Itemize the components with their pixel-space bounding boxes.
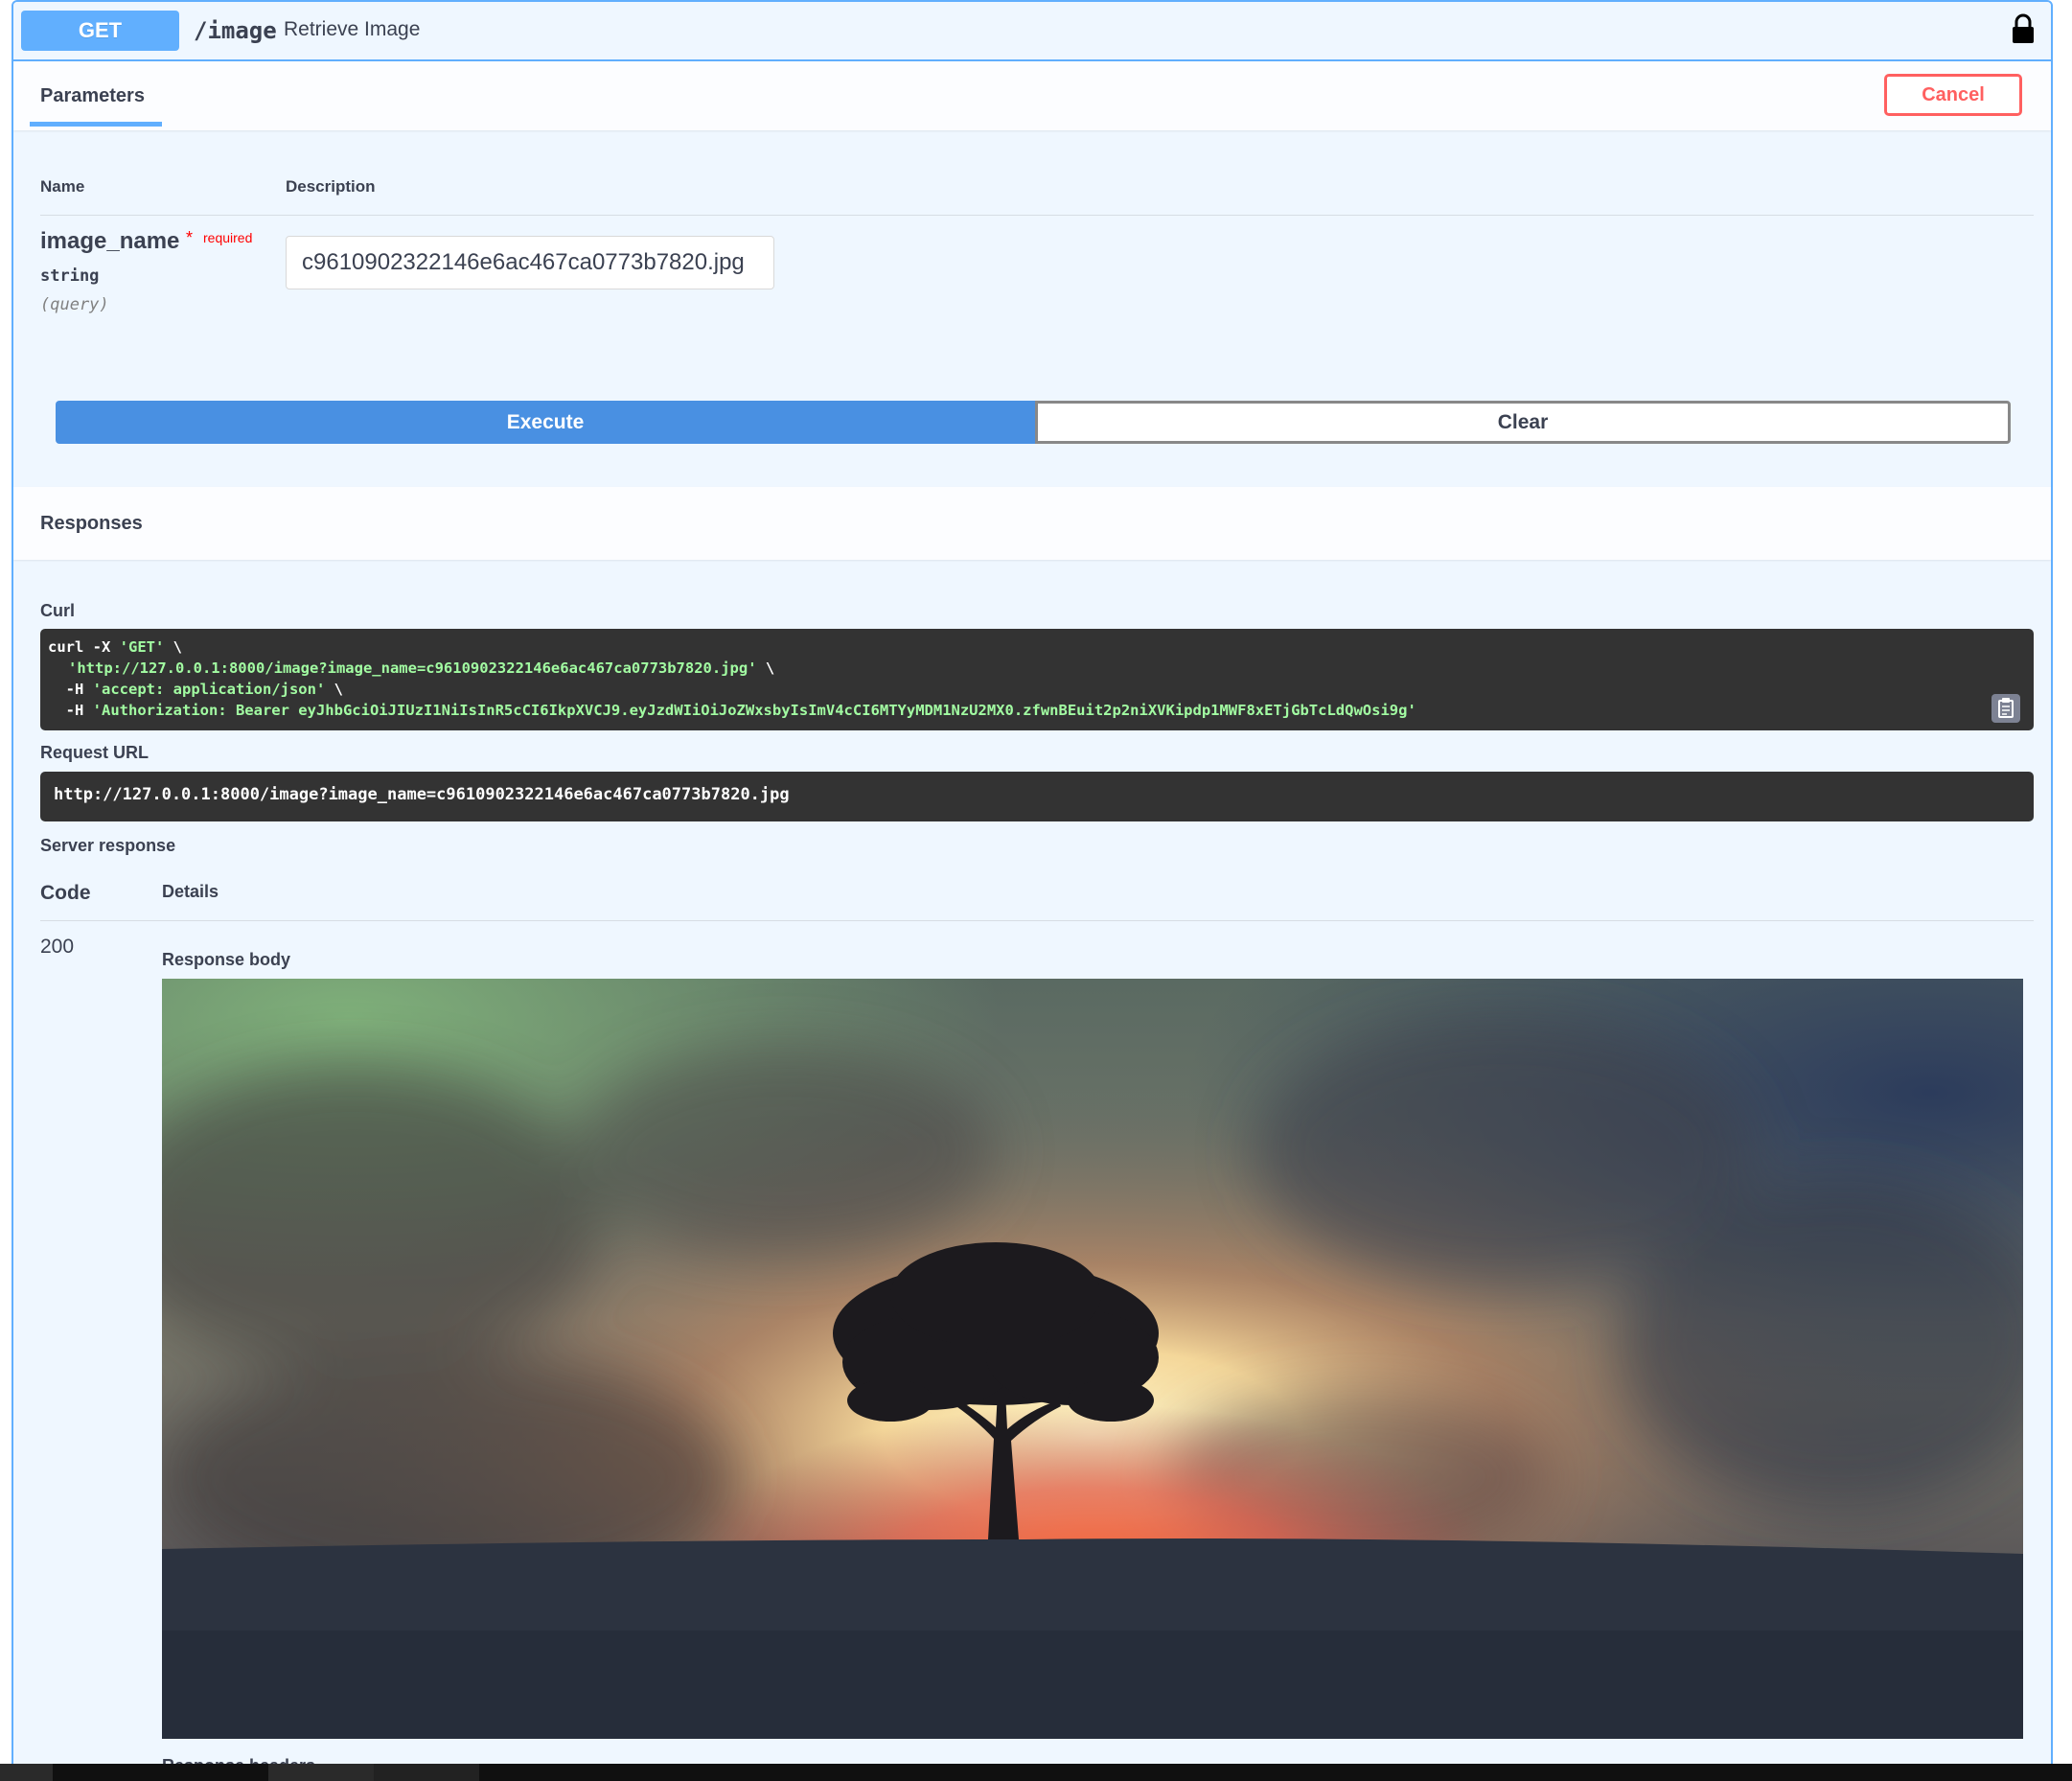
curl-url: 'http://127.0.0.1:8000/image?image_name=… [68,659,757,677]
curl-accept-header: 'accept: application/json' [92,681,326,698]
curl-code-block[interactable]: curl -X 'GET' \ 'http://127.0.0.1:8000/i… [40,629,2034,730]
taskbar-segment[interactable] [0,1764,53,1781]
curl-continuation: \ [164,638,182,656]
required-star: * [186,228,194,247]
endpoint-path: /image [194,17,277,44]
clear-button[interactable]: Clear [1035,401,2011,444]
column-description-header: Description [286,177,376,196]
execute-button[interactable]: Execute [56,401,1035,444]
request-url: http://127.0.0.1:8000/image?image_name=c… [54,785,790,804]
responses-header: Responses [13,487,2051,560]
response-table-divider [40,920,2034,921]
curl-header-flag: -H [48,702,93,719]
tab-active-indicator [30,122,162,127]
code-column-header: Code [40,882,91,904]
curl-method: 'GET' [119,638,165,656]
status-code: 200 [40,936,75,958]
responses-title: Responses [40,513,143,534]
curl-auth-header: 'Authorization: Bearer eyJhbGciOiJIUzI1N… [92,702,1416,719]
curl-continuation: \ [325,681,343,698]
request-url-block[interactable]: http://127.0.0.1:8000/image?image_name=c… [40,772,2034,821]
clipboard-icon[interactable] [1991,694,2020,723]
taskbar [0,1764,2072,1781]
curl-cmd: curl -X [48,638,120,656]
operation-block: GET /image Retrieve Image Parameters Can… [12,0,2053,1781]
details-column-header: Details [162,882,219,901]
cancel-button[interactable]: Cancel [1884,74,2022,116]
server-response-label: Server response [40,836,176,855]
lock-icon[interactable] [2011,13,2036,44]
image-name-input[interactable] [286,236,774,289]
parameters-header: Parameters Cancel [13,61,2051,130]
operation-summary[interactable]: GET /image Retrieve Image [13,2,2051,61]
response-body-label: Response body [162,950,291,969]
curl-header-flag: -H [48,681,93,698]
taskbar-segment[interactable] [374,1764,479,1781]
response-body-image [162,979,2023,1739]
param-type: string [40,266,100,286]
endpoint-summary: Retrieve Image [284,18,421,40]
required-label: required [203,230,253,245]
taskbar-segment[interactable] [268,1764,374,1781]
param-name: image_name [40,228,180,254]
tab-parameters[interactable]: Parameters [40,85,145,107]
table-divider [40,215,2034,216]
curl-label: Curl [40,601,75,620]
curl-continuation: \ [756,659,775,677]
param-location: (query) [40,295,109,314]
request-url-label: Request URL [40,743,150,762]
column-name-header: Name [40,177,85,196]
http-method-badge: GET [21,11,179,51]
